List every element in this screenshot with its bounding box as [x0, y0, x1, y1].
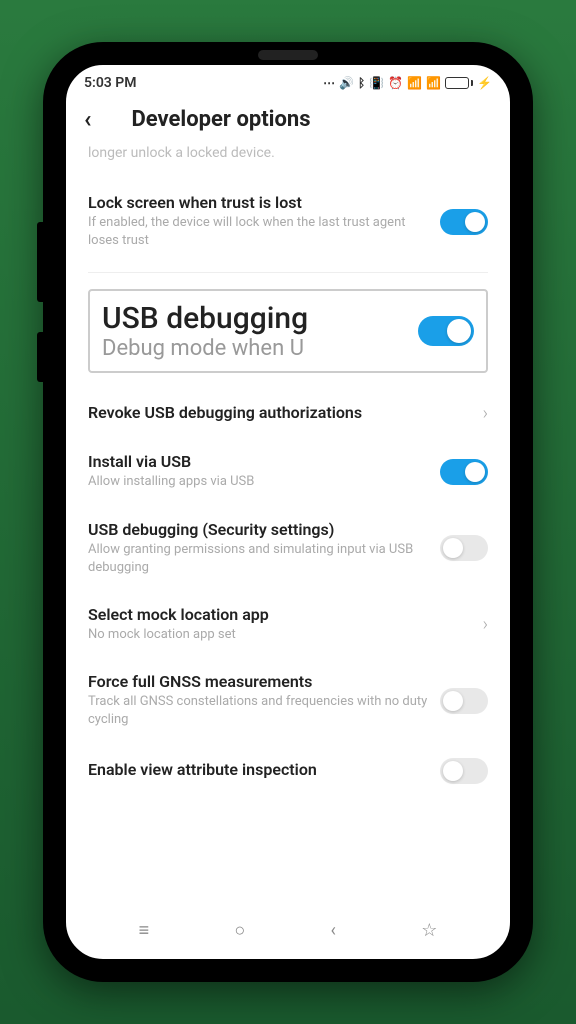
setting-usb-security[interactable]: USB debugging (Security settings) Allow … [88, 506, 488, 591]
setting-title: Enable view attribute inspection [88, 760, 428, 779]
usb-debugging-toggle[interactable] [418, 316, 474, 346]
alarm-icon: ⏰ [388, 76, 403, 90]
view-attribute-toggle[interactable] [440, 758, 488, 784]
vibrate-icon: 📳 [369, 76, 384, 90]
navigation-bar: ≡ ○ ‹ ☆ [66, 910, 510, 951]
battery-icon [445, 77, 473, 89]
back-button[interactable]: ‹ [84, 105, 92, 133]
setting-title: Select mock location app [88, 605, 471, 624]
status-time: 5:03 PM [84, 75, 137, 91]
setting-subtitle: If enabled, the device will lock when th… [88, 214, 428, 250]
page-title: Developer options [132, 107, 493, 132]
chevron-right-icon: › [483, 614, 488, 635]
gnss-toggle[interactable] [440, 688, 488, 714]
more-icon: ⋯ [323, 76, 335, 90]
setting-view-attribute[interactable]: Enable view attribute inspection [88, 744, 488, 798]
usb-debugging-subtitle: Debug mode when U [102, 336, 418, 361]
lock-screen-toggle[interactable] [440, 209, 488, 235]
volume-button [37, 222, 43, 302]
setting-subtitle: No mock location app set [88, 626, 471, 644]
chevron-right-icon: › [483, 403, 488, 424]
setting-install-usb[interactable]: Install via USB Allow installing apps vi… [88, 438, 488, 505]
power-button [37, 332, 43, 382]
phone-frame: 5:03 PM ⋯ 🔊 ᛒ 📳 ⏰ 📶 📶 ⚡ ‹ Developer opti… [43, 42, 533, 982]
status-bar: 5:03 PM ⋯ 🔊 ᛒ 📳 ⏰ 📶 📶 ⚡ [66, 65, 510, 97]
setting-gnss[interactable]: Force full GNSS measurements Track all G… [88, 658, 488, 743]
setting-title: Force full GNSS measurements [88, 672, 428, 691]
volume-icon: 🔊 [339, 76, 354, 90]
usb-security-toggle[interactable] [440, 535, 488, 561]
phone-notch [258, 50, 318, 60]
header: ‹ Developer options [66, 97, 510, 145]
nav-back[interactable]: ‹ [331, 920, 336, 941]
phone-screen: 5:03 PM ⋯ 🔊 ᛒ 📳 ⏰ 📶 📶 ⚡ ‹ Developer opti… [63, 62, 513, 962]
setting-title: USB debugging (Security settings) [88, 520, 428, 539]
wifi-icon: 📶 [426, 76, 441, 90]
setting-usb-debugging-highlighted[interactable]: USB debugging Debug mode when U [88, 289, 488, 373]
signal-icon: 📶 [407, 76, 422, 90]
divider [88, 272, 488, 273]
setting-revoke-auth[interactable]: Revoke USB debugging authorizations › [88, 389, 488, 438]
bluetooth-icon: ᛒ [358, 76, 365, 90]
setting-subtitle: Allow granting permissions and simulatin… [88, 541, 428, 577]
install-usb-toggle[interactable] [440, 459, 488, 485]
nav-recents[interactable]: ≡ [139, 920, 150, 941]
setting-title: Lock screen when trust is lost [88, 193, 428, 212]
setting-subtitle: Allow installing apps via USB [88, 473, 428, 491]
setting-subtitle: Track all GNSS constellations and freque… [88, 693, 428, 729]
setting-lock-screen[interactable]: Lock screen when trust is lost If enable… [88, 179, 488, 264]
setting-mock-location[interactable]: Select mock location app No mock locatio… [88, 591, 488, 658]
settings-content[interactable]: longer unlock a locked device. Lock scre… [66, 145, 510, 919]
setting-title: Install via USB [88, 452, 428, 471]
nav-home[interactable]: ○ [234, 920, 245, 941]
cutoff-text: longer unlock a locked device. [88, 145, 488, 161]
status-icons: ⋯ 🔊 ᛒ 📳 ⏰ 📶 📶 ⚡ [323, 76, 492, 90]
charging-icon: ⚡ [477, 76, 492, 90]
usb-debugging-title: USB debugging [102, 301, 418, 336]
nav-accessibility[interactable]: ☆ [421, 920, 437, 941]
setting-title: Revoke USB debugging authorizations [88, 403, 471, 422]
